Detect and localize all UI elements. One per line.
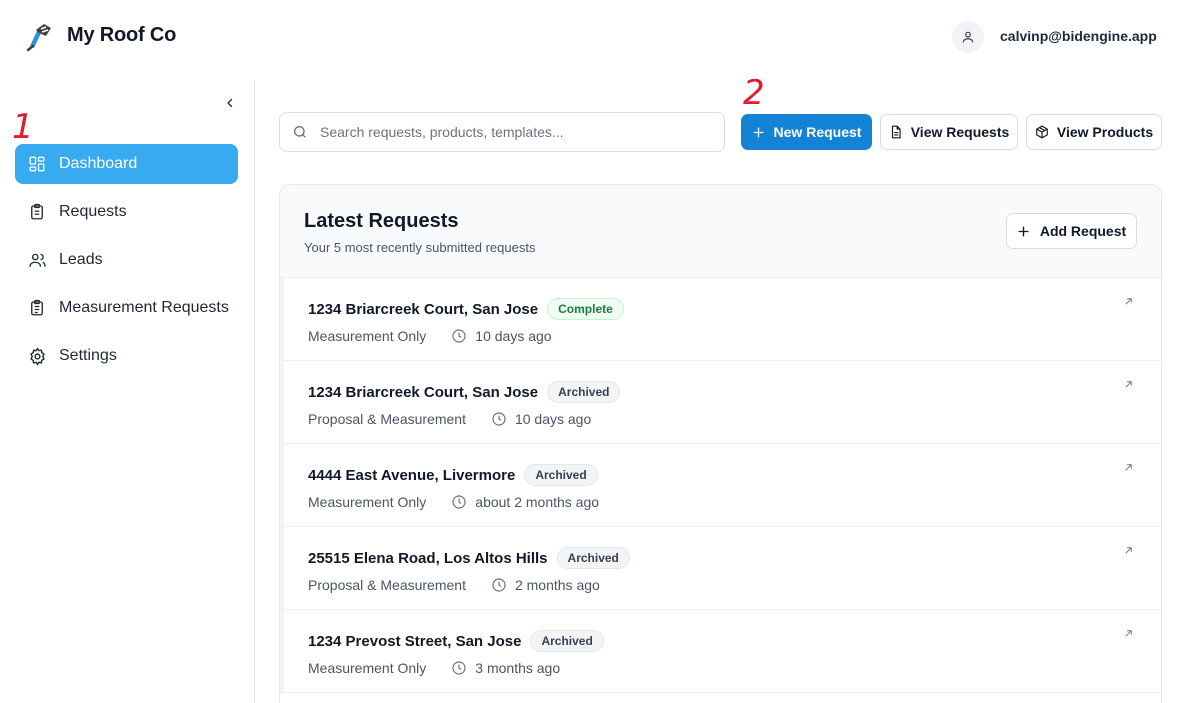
- search-box[interactable]: [279, 112, 725, 152]
- dashboard-grid-icon: [27, 154, 47, 174]
- request-type: Proposal & Measurement: [308, 577, 466, 593]
- sidebar-item-label: Leads: [59, 251, 103, 268]
- open-request-icon[interactable]: [1121, 460, 1135, 474]
- status-badge: Archived: [556, 547, 630, 569]
- request-time: 10 days ago: [514, 411, 592, 427]
- add-request-button[interactable]: Add Request: [1006, 213, 1137, 249]
- view-products-label: View Products: [1056, 124, 1154, 140]
- sidebar-item-label: Requests: [59, 203, 127, 220]
- sidebar-item-label: Measurement Requests: [59, 299, 229, 316]
- request-time: 3 months ago: [475, 660, 561, 676]
- collapse-sidebar-button[interactable]: [221, 94, 239, 112]
- request-address: 25515 Elena Road, Los Altos Hills: [308, 550, 548, 567]
- sidebar-item-measurement-requests[interactable]: Measurement Requests: [15, 288, 238, 328]
- roof-logo-icon: [24, 20, 54, 52]
- request-address: 1234 Briarcreek Court, San Jose: [308, 384, 539, 401]
- clipboard-icon: [27, 202, 47, 222]
- sidebar-item-requests[interactable]: Requests: [15, 192, 238, 232]
- clipboard-list-icon: [27, 298, 47, 318]
- open-request-icon[interactable]: [1121, 377, 1135, 391]
- request-time: about 2 months ago: [475, 494, 600, 510]
- status-badge: Archived: [524, 464, 598, 486]
- view-products-button[interactable]: View Products: [1026, 114, 1162, 150]
- clock-icon: [451, 328, 467, 344]
- plus-icon: [752, 125, 766, 139]
- search-input[interactable]: [320, 124, 700, 140]
- clock-icon: [451, 660, 467, 676]
- user-email[interactable]: calvinp@bidengine.app: [1000, 28, 1157, 44]
- plus-icon: [1017, 224, 1031, 238]
- card-header: Latest Requests Your 5 most recently sub…: [280, 185, 1161, 278]
- request-address: 1234 Prevost Street, San Jose: [308, 633, 522, 650]
- annotation-marker-1: 1: [12, 107, 34, 147]
- sidebar: Dashboard Requests Leads Measurement Req…: [0, 80, 255, 703]
- request-time: 2 months ago: [514, 577, 600, 593]
- new-request-label: New Request: [773, 124, 862, 140]
- request-row[interactable]: 25515 Elena Road, Los Altos Hills Archive…: [284, 527, 1161, 610]
- sidebar-item-label: Settings: [59, 347, 117, 364]
- request-type: Measurement Only: [308, 328, 427, 344]
- card-subtitle: Your 5 most recently submitted requests: [304, 240, 536, 255]
- request-address: 1234 Briarcreek Court, San Jose: [308, 301, 539, 318]
- latest-requests-card: Latest Requests Your 5 most recently sub…: [279, 184, 1162, 703]
- avatar[interactable]: [952, 21, 984, 53]
- sidebar-item-label: Dashboard: [59, 155, 138, 172]
- sidebar-item-dashboard[interactable]: Dashboard: [15, 144, 238, 184]
- request-row[interactable]: 1234 Prevost Street, San Jose Archived Me…: [284, 610, 1161, 693]
- package-icon: [1035, 125, 1049, 139]
- request-address: 4444 East Avenue, Livermore: [308, 467, 516, 484]
- brand-name: My Roof Co: [67, 24, 177, 46]
- new-request-button[interactable]: New Request: [741, 114, 872, 150]
- clock-icon: [451, 494, 467, 510]
- request-row[interactable]: 4444 East Avenue, Livermore Archived Meas…: [284, 444, 1161, 527]
- user-icon: [962, 31, 974, 43]
- request-type: Measurement Only: [308, 494, 427, 510]
- search-icon: [292, 124, 308, 140]
- gear-icon: [27, 346, 47, 366]
- sidebar-item-settings[interactable]: Settings: [15, 336, 238, 376]
- status-badge: Archived: [547, 381, 621, 403]
- status-badge: Archived: [530, 630, 604, 652]
- document-icon: [889, 125, 903, 139]
- request-time: 10 days ago: [475, 328, 552, 344]
- view-requests-button[interactable]: View Requests: [880, 114, 1018, 150]
- sidebar-item-leads[interactable]: Leads: [15, 240, 238, 280]
- add-request-label: Add Request: [1039, 223, 1127, 239]
- view-requests-label: View Requests: [910, 124, 1010, 140]
- open-request-icon[interactable]: [1121, 543, 1135, 557]
- request-row[interactable]: 1234 Briarcreek Court, San Jose Complete …: [284, 278, 1161, 361]
- users-icon: [27, 250, 47, 270]
- request-type: Measurement Only: [308, 660, 427, 676]
- clock-icon: [491, 577, 507, 593]
- annotation-marker-2: 2: [743, 73, 765, 113]
- card-title: Latest Requests: [304, 210, 459, 232]
- open-request-icon[interactable]: [1121, 294, 1135, 308]
- chevron-left-icon: [227, 98, 233, 108]
- request-type: Proposal & Measurement: [308, 411, 466, 427]
- clock-icon: [491, 411, 507, 427]
- top-header: My Roof Co calvinp@bidengine.app: [0, 0, 1183, 76]
- request-row[interactable]: 1234 Briarcreek Court, San Jose Archived …: [284, 361, 1161, 444]
- status-badge: Complete: [547, 298, 624, 320]
- open-request-icon[interactable]: [1121, 626, 1135, 640]
